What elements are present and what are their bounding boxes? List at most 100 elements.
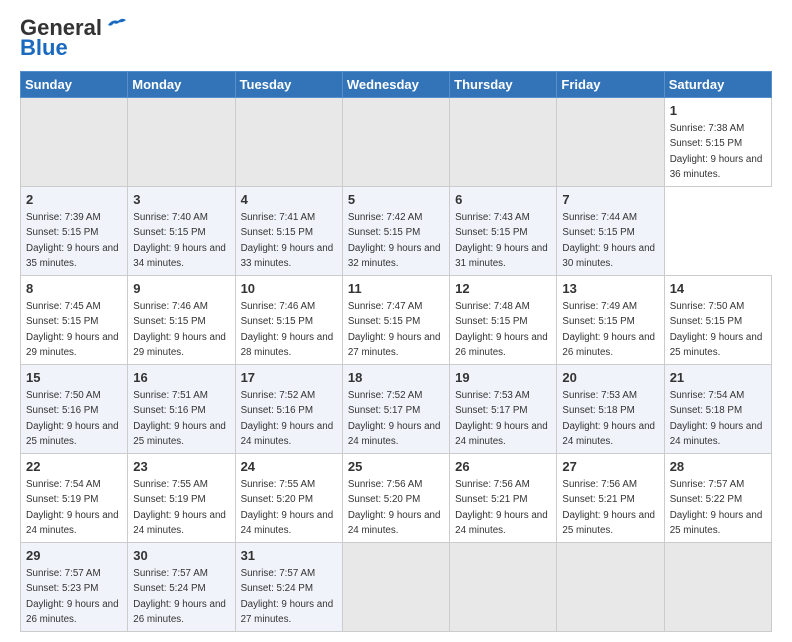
calendar-day: 8 Sunrise: 7:45 AMSunset: 5:15 PMDaylight… — [21, 276, 128, 365]
day-info: Sunrise: 7:40 AMSunset: 5:15 PMDaylight:… — [133, 212, 226, 269]
calendar-header-row: SundayMondayTuesdayWednesdayThursdayFrid… — [21, 72, 772, 98]
calendar-day: 13 Sunrise: 7:49 AMSunset: 5:15 PMDayligh… — [557, 276, 664, 365]
day-info: Sunrise: 7:39 AMSunset: 5:15 PMDaylight:… — [26, 212, 119, 269]
calendar-day: 5Sunrise: 7:42 AMSunset: 5:15 PMDaylight… — [342, 187, 449, 276]
day-number: 7 — [562, 191, 658, 209]
calendar-day: 24Sunrise: 7:55 AMSunset: 5:20 PMDayligh… — [235, 454, 342, 543]
empty-cell — [450, 543, 557, 632]
day-info: Sunrise: 7:55 AMSunset: 5:19 PMDaylight:… — [133, 479, 226, 536]
logo-blue: Blue — [20, 35, 68, 61]
day-info: Sunrise: 7:53 AMSunset: 5:18 PMDaylight:… — [562, 390, 655, 447]
day-number: 4 — [241, 191, 337, 209]
calendar-header-monday: Monday — [128, 72, 235, 98]
calendar-day: 11Sunrise: 7:47 AMSunset: 5:15 PMDayligh… — [342, 276, 449, 365]
calendar-day: 29 Sunrise: 7:57 AMSunset: 5:23 PMDayligh… — [21, 543, 128, 632]
day-info: Sunrise: 7:52 AMSunset: 5:17 PMDaylight:… — [348, 390, 441, 447]
day-number: 13 — [562, 280, 658, 298]
calendar-day: 18 Sunrise: 7:52 AMSunset: 5:17 PMDayligh… — [342, 365, 449, 454]
empty-cell — [128, 98, 235, 187]
calendar-day: 12 Sunrise: 7:48 AMSunset: 5:15 PMDayligh… — [450, 276, 557, 365]
day-info: Sunrise: 7:50 AMSunset: 5:15 PMDaylight:… — [670, 301, 763, 358]
day-number: 18 — [348, 369, 444, 387]
calendar-day: 16Sunrise: 7:51 AMSunset: 5:16 PMDayligh… — [128, 365, 235, 454]
calendar-header-saturday: Saturday — [664, 72, 771, 98]
empty-cell — [21, 98, 128, 187]
day-number: 3 — [133, 191, 229, 209]
calendar-day: 15 Sunrise: 7:50 AMSunset: 5:16 PMDayligh… — [21, 365, 128, 454]
calendar-day: 9Sunrise: 7:46 AMSunset: 5:15 PMDaylight… — [128, 276, 235, 365]
calendar-week-row: 8 Sunrise: 7:45 AMSunset: 5:15 PMDaylight… — [21, 276, 772, 365]
calendar-day: 25 Sunrise: 7:56 AMSunset: 5:20 PMDayligh… — [342, 454, 449, 543]
day-number: 28 — [670, 458, 766, 476]
day-info: Sunrise: 7:53 AMSunset: 5:17 PMDaylight:… — [455, 390, 548, 447]
day-number: 2 — [26, 191, 122, 209]
calendar-day: 22Sunrise: 7:54 AMSunset: 5:19 PMDayligh… — [21, 454, 128, 543]
empty-cell — [557, 543, 664, 632]
calendar-day: 23 Sunrise: 7:55 AMSunset: 5:19 PMDayligh… — [128, 454, 235, 543]
calendar-day: 21Sunrise: 7:54 AMSunset: 5:18 PMDayligh… — [664, 365, 771, 454]
calendar-day: 27Sunrise: 7:56 AMSunset: 5:21 PMDayligh… — [557, 454, 664, 543]
day-info: Sunrise: 7:56 AMSunset: 5:20 PMDaylight:… — [348, 479, 441, 536]
day-info: Sunrise: 7:48 AMSunset: 5:15 PMDaylight:… — [455, 301, 548, 358]
day-number: 23 — [133, 458, 229, 476]
day-info: Sunrise: 7:49 AMSunset: 5:15 PMDaylight:… — [562, 301, 655, 358]
day-number: 12 — [455, 280, 551, 298]
day-number: 25 — [348, 458, 444, 476]
empty-cell — [664, 543, 771, 632]
calendar-day: 14 Sunrise: 7:50 AMSunset: 5:15 PMDayligh… — [664, 276, 771, 365]
day-number: 24 — [241, 458, 337, 476]
calendar-day: 2 Sunrise: 7:39 AMSunset: 5:15 PMDaylight… — [21, 187, 128, 276]
day-info: Sunrise: 7:51 AMSunset: 5:16 PMDaylight:… — [133, 390, 226, 447]
calendar-day: 7 Sunrise: 7:44 AMSunset: 5:15 PMDaylight… — [557, 187, 664, 276]
day-number: 11 — [348, 280, 444, 298]
calendar-day: 10 Sunrise: 7:46 AMSunset: 5:15 PMDayligh… — [235, 276, 342, 365]
day-info: Sunrise: 7:46 AMSunset: 5:15 PMDaylight:… — [241, 301, 334, 358]
day-number: 26 — [455, 458, 551, 476]
day-number: 20 — [562, 369, 658, 387]
day-info: Sunrise: 7:43 AMSunset: 5:15 PMDaylight:… — [455, 212, 548, 269]
day-number: 8 — [26, 280, 122, 298]
calendar-week-row: 1 Sunrise: 7:38 AMSunset: 5:15 PMDaylight… — [21, 98, 772, 187]
day-info: Sunrise: 7:45 AMSunset: 5:15 PMDaylight:… — [26, 301, 119, 358]
day-number: 30 — [133, 547, 229, 565]
calendar-day: 17Sunrise: 7:52 AMSunset: 5:16 PMDayligh… — [235, 365, 342, 454]
day-number: 6 — [455, 191, 551, 209]
day-number: 31 — [241, 547, 337, 565]
day-info: Sunrise: 7:44 AMSunset: 5:15 PMDaylight:… — [562, 212, 655, 269]
calendar-header-thursday: Thursday — [450, 72, 557, 98]
day-info: Sunrise: 7:42 AMSunset: 5:15 PMDaylight:… — [348, 212, 441, 269]
day-number: 14 — [670, 280, 766, 298]
empty-cell — [342, 98, 449, 187]
page: General Blue SundayMondayTuesdayWednesda… — [0, 0, 792, 642]
calendar-header-tuesday: Tuesday — [235, 72, 342, 98]
day-number: 29 — [26, 547, 122, 565]
logo: General Blue — [20, 15, 126, 61]
day-info: Sunrise: 7:50 AMSunset: 5:16 PMDaylight:… — [26, 390, 119, 447]
empty-cell — [235, 98, 342, 187]
calendar-day: 30 Sunrise: 7:57 AMSunset: 5:24 PMDayligh… — [128, 543, 235, 632]
calendar-day: 6 Sunrise: 7:43 AMSunset: 5:15 PMDaylight… — [450, 187, 557, 276]
day-info: Sunrise: 7:46 AMSunset: 5:15 PMDaylight:… — [133, 301, 226, 358]
day-info: Sunrise: 7:56 AMSunset: 5:21 PMDaylight:… — [562, 479, 655, 536]
calendar-week-row: 22Sunrise: 7:54 AMSunset: 5:19 PMDayligh… — [21, 454, 772, 543]
day-info: Sunrise: 7:38 AMSunset: 5:15 PMDaylight:… — [670, 123, 763, 180]
calendar-day: 3 Sunrise: 7:40 AMSunset: 5:15 PMDaylight… — [128, 187, 235, 276]
day-number: 19 — [455, 369, 551, 387]
day-info: Sunrise: 7:57 AMSunset: 5:24 PMDaylight:… — [133, 568, 226, 625]
calendar-table: SundayMondayTuesdayWednesdayThursdayFrid… — [20, 71, 772, 632]
day-number: 10 — [241, 280, 337, 298]
day-number: 15 — [26, 369, 122, 387]
day-info: Sunrise: 7:56 AMSunset: 5:21 PMDaylight:… — [455, 479, 548, 536]
day-number: 1 — [670, 102, 766, 120]
calendar-week-row: 29 Sunrise: 7:57 AMSunset: 5:23 PMDayligh… — [21, 543, 772, 632]
empty-cell — [450, 98, 557, 187]
day-info: Sunrise: 7:57 AMSunset: 5:23 PMDaylight:… — [26, 568, 119, 625]
calendar-day: 31 Sunrise: 7:57 AMSunset: 5:24 PMDayligh… — [235, 543, 342, 632]
day-number: 21 — [670, 369, 766, 387]
day-info: Sunrise: 7:57 AMSunset: 5:24 PMDaylight:… — [241, 568, 334, 625]
day-info: Sunrise: 7:57 AMSunset: 5:22 PMDaylight:… — [670, 479, 763, 536]
day-info: Sunrise: 7:41 AMSunset: 5:15 PMDaylight:… — [241, 212, 334, 269]
calendar-header-friday: Friday — [557, 72, 664, 98]
calendar-week-row: 15 Sunrise: 7:50 AMSunset: 5:16 PMDayligh… — [21, 365, 772, 454]
empty-cell — [557, 98, 664, 187]
